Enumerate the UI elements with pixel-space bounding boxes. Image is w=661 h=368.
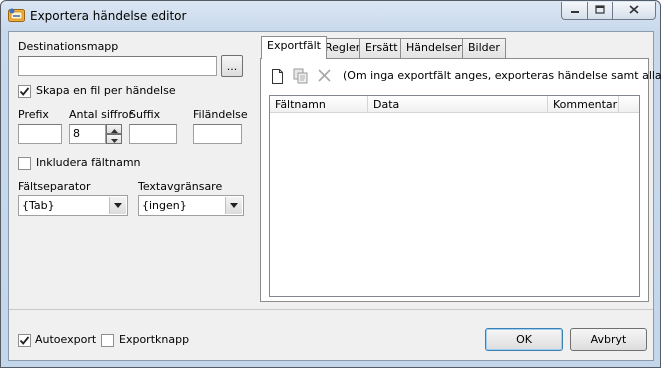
- exportbutton-checkbox[interactable]: [101, 334, 114, 347]
- close-button[interactable]: [612, 2, 656, 20]
- dialog-window: Exportera händelse editor Destinationsma…: [0, 0, 661, 368]
- prefix-label: Prefix: [18, 108, 49, 121]
- digits-label: Antal siffror: [69, 108, 134, 121]
- text-delimiter-select[interactable]: {ingen}: [138, 195, 244, 216]
- new-document-icon[interactable]: [271, 69, 284, 87]
- prefix-input[interactable]: [18, 124, 62, 144]
- text-delimiter-label: Textavgränsare: [138, 180, 223, 193]
- maximize-button[interactable]: [587, 2, 613, 20]
- destination-label: Destinationsmapp: [18, 40, 119, 53]
- chevron-down-icon: [225, 197, 242, 214]
- one-file-per-event-label: Skapa en fil per händelse: [36, 84, 176, 97]
- tab-ersatt-label: Ersätt: [365, 41, 398, 54]
- tab-handelser-label: Händelser: [406, 41, 462, 54]
- extension-label: Filändelse: [193, 108, 248, 121]
- dialog-client: Destinationsmapp ... Skapa en fil per hä…: [8, 31, 661, 361]
- column-header-faltnamn[interactable]: Fältnamn: [270, 96, 368, 113]
- tab-bilder[interactable]: Bilder: [462, 38, 506, 58]
- spin-down-icon: [110, 133, 118, 146]
- column-header-kommentar[interactable]: Kommentar: [548, 96, 619, 113]
- checkmark-icon: [19, 87, 30, 100]
- column-kommentar-label: Kommentar: [553, 98, 618, 111]
- suffix-input[interactable]: [129, 124, 177, 144]
- field-separator-value: {Tab}: [22, 199, 55, 212]
- minimize-button[interactable]: [561, 2, 588, 20]
- autoexport-label: Autoexport: [35, 333, 97, 346]
- extension-input[interactable]: [193, 124, 242, 144]
- column-faltnamn-label: Fältnamn: [275, 98, 326, 111]
- window-title: Exportera händelse editor: [30, 9, 187, 23]
- checkmark-icon: [19, 336, 30, 349]
- exportbutton-label: Exportknapp: [119, 333, 190, 346]
- maximize-icon: [595, 4, 605, 17]
- tab-exportfalt-label: Exportfält: [267, 39, 321, 52]
- digits-spinner[interactable]: [106, 124, 122, 144]
- destination-input[interactable]: [18, 56, 217, 76]
- footer-divider: [9, 309, 653, 310]
- browse-label: ...: [226, 59, 238, 73]
- copy-icon[interactable]: [293, 68, 309, 87]
- digits-down-button[interactable]: [106, 134, 122, 144]
- autoexport-checkbox[interactable]: [18, 334, 31, 347]
- one-file-per-event-checkbox[interactable]: [18, 85, 31, 98]
- exportfield-list[interactable]: Fältnamn Data Kommentar: [269, 95, 640, 297]
- chevron-down-icon: [109, 197, 126, 214]
- tab-panel-exportfalt: (Om inga exportfält anges, exporteras hä…: [260, 58, 661, 302]
- app-icon: [8, 7, 25, 23]
- cancel-button[interactable]: Avbryt: [570, 328, 647, 351]
- text-delimiter-value: {ingen}: [142, 199, 187, 212]
- tab-bilder-label: Bilder: [468, 41, 500, 54]
- suffix-label: Suffix: [129, 108, 161, 121]
- cancel-label: Avbryt: [590, 333, 627, 346]
- field-separator-label: Fältseparator: [18, 180, 91, 193]
- column-data-label: Data: [373, 98, 400, 111]
- browse-button[interactable]: ...: [221, 55, 243, 77]
- minimize-icon: [570, 4, 580, 17]
- export-hint: (Om inga exportfält anges, exporteras hä…: [343, 69, 661, 82]
- tab-regler-label: Regler: [325, 41, 361, 54]
- ok-button[interactable]: OK: [485, 328, 563, 351]
- include-fieldnames-label: Inkludera fältnamn: [36, 156, 141, 169]
- delete-icon[interactable]: [318, 69, 331, 85]
- tab-handelser[interactable]: Händelser: [400, 38, 468, 58]
- close-icon: [629, 4, 639, 17]
- include-fieldnames-checkbox[interactable]: [18, 157, 31, 170]
- column-header-filler: [619, 96, 639, 113]
- ok-label: OK: [516, 333, 532, 346]
- digits-input[interactable]: 8: [69, 124, 106, 144]
- field-separator-select[interactable]: {Tab}: [18, 195, 128, 216]
- tab-ersatt[interactable]: Ersätt: [359, 38, 404, 58]
- tab-exportfalt[interactable]: Exportfält: [261, 36, 327, 59]
- column-header-data[interactable]: Data: [368, 96, 548, 113]
- title-bar[interactable]: Exportera händelse editor: [1, 1, 660, 31]
